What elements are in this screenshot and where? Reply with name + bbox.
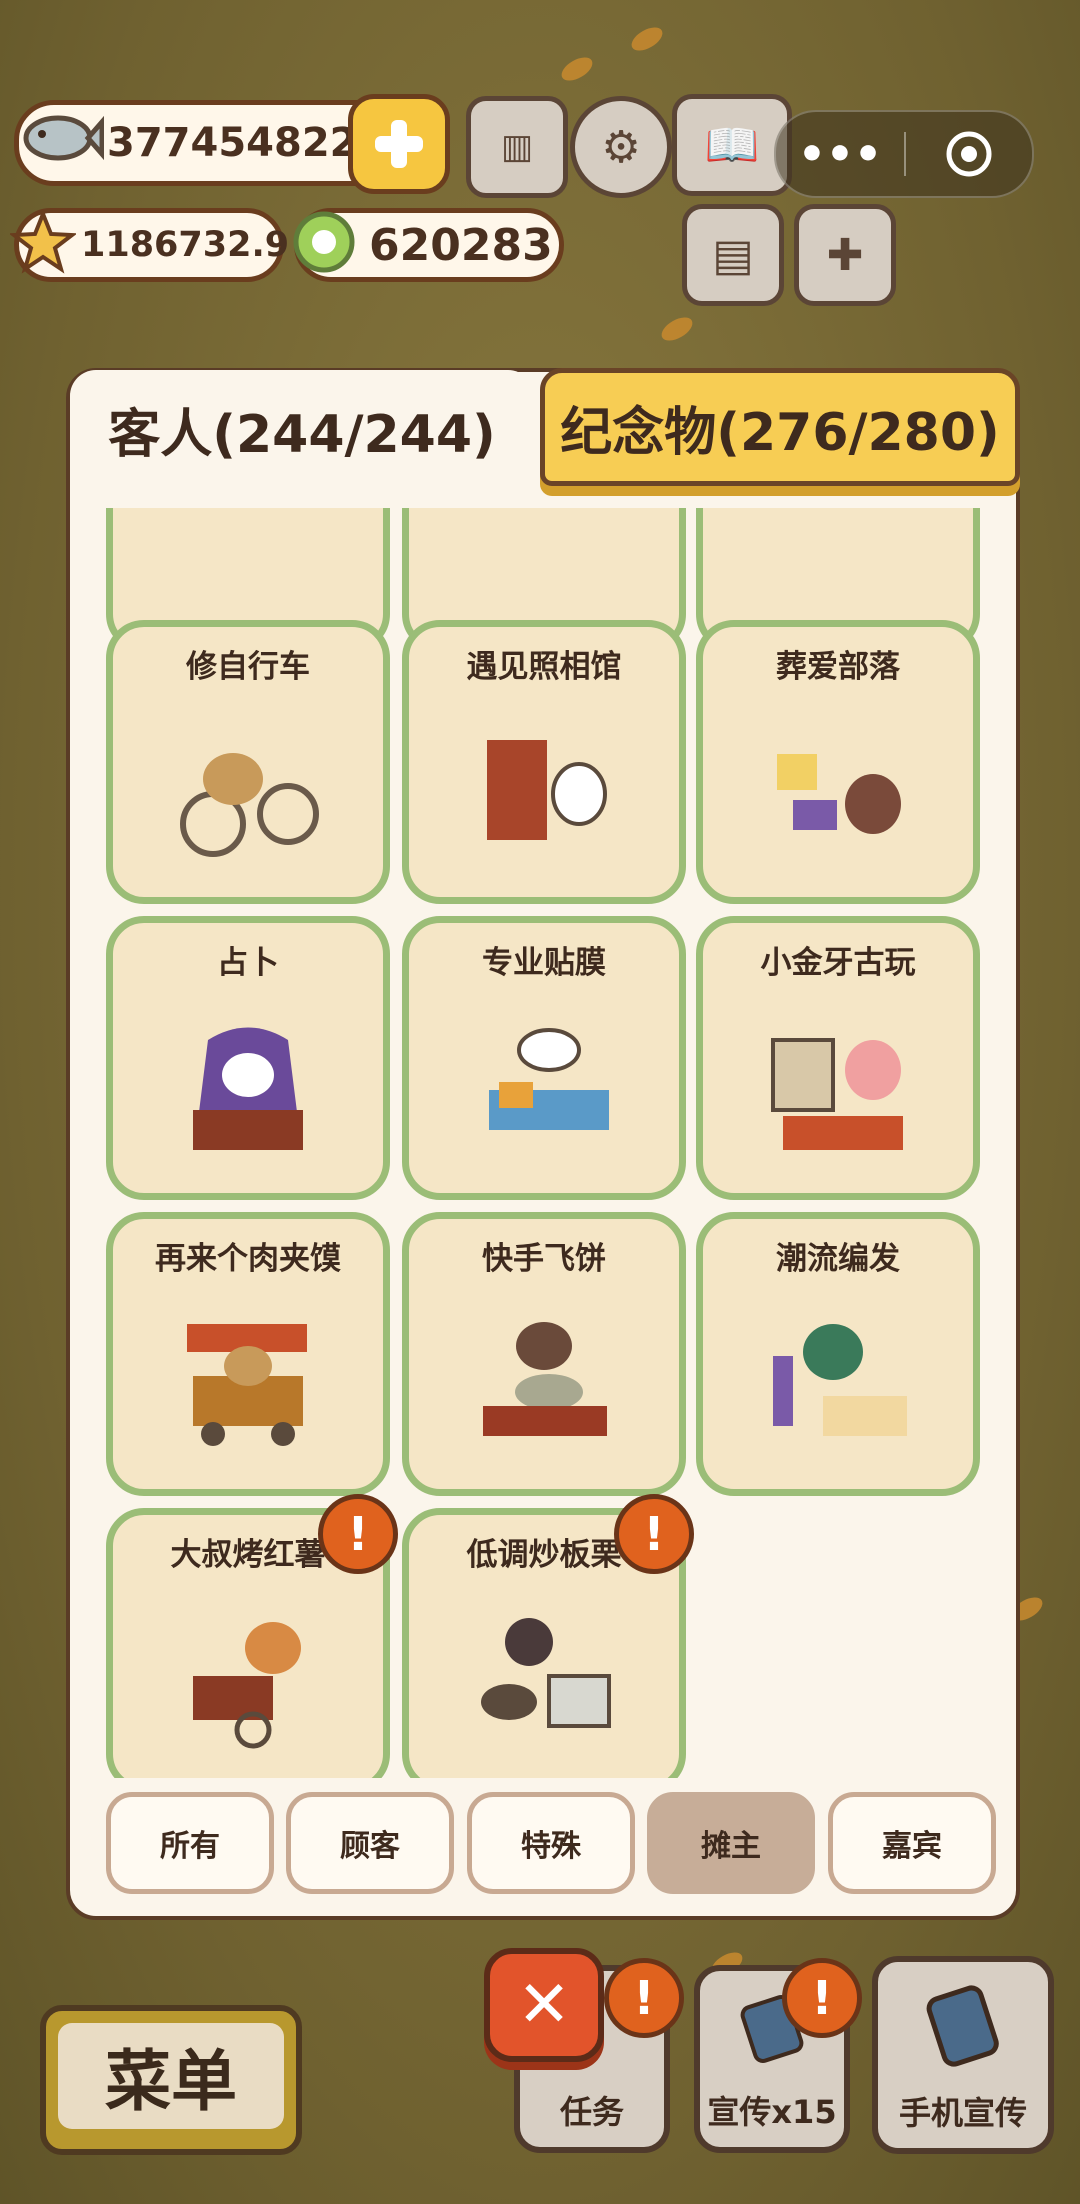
miniprogram-capsule: ••• (774, 110, 1034, 198)
menu-label: 菜单 (105, 2043, 237, 2120)
star-amount: 1186732.9 (81, 225, 290, 265)
filter-label: 摊主 (701, 1829, 761, 1864)
guest-card[interactable]: 葬爱部落 (696, 620, 980, 904)
filter-label: 顾客 (340, 1829, 400, 1864)
fish-amount: 3774548224 (107, 120, 386, 166)
photo-studio-icon (487, 740, 607, 841)
filter-guests[interactable]: 嘉宾 (828, 1792, 996, 1894)
gear-icon: ⚙ (601, 121, 641, 173)
phone-film-icon (489, 1028, 609, 1131)
guest-card[interactable]: 快手飞饼 (402, 1212, 686, 1496)
filter-stall-owners[interactable]: 摊主 (647, 1792, 815, 1894)
card-title: 占卜 (217, 945, 279, 981)
gamepad-icon: ✚ (826, 229, 864, 281)
tab-guests-label: 客人(244/244) (108, 404, 496, 465)
fortune-teller-icon (193, 1027, 303, 1151)
phone-icon (926, 1985, 999, 2067)
card-title: 遇见照相馆 (466, 649, 622, 685)
card-grid: 修自行车 遇见照相馆 葬爱部落 占卜 专业贴膜 小金牙古玩 再来个肉夹馍 快手飞… (70, 508, 1008, 1778)
alert-badge: ! (604, 1958, 684, 2038)
newspaper-button[interactable]: ▤ (682, 204, 784, 306)
clothes-rack-icon (777, 754, 901, 835)
card-title: 小金牙古玩 (760, 945, 916, 981)
more-options-icon[interactable]: ••• (776, 129, 904, 180)
tasks-label: 任务 (559, 2093, 624, 2131)
target-icon (946, 131, 992, 177)
card-title: 修自行车 (186, 649, 310, 685)
card-title: 葬爱部落 (776, 649, 900, 685)
alert-badge: ! (782, 1958, 862, 2038)
phone-promo-button[interactable]: 手机宣传 (872, 1956, 1054, 2154)
guest-card[interactable]: 占卜 (106, 916, 390, 1200)
card-title: 专业贴膜 (482, 945, 606, 981)
tab-souvenirs[interactable]: 纪念物(276/280) (540, 368, 1020, 486)
filter-all[interactable]: 所有 (106, 1792, 274, 1894)
close-icon: ✕ (517, 1968, 571, 2042)
filter-customers[interactable]: 顾客 (286, 1792, 454, 1894)
newspaper-icon: ▤ (712, 229, 754, 281)
card-title: 快手飞饼 (482, 1241, 606, 1277)
guest-card[interactable]: 修自行车 (106, 620, 390, 904)
dog-bicycle-icon (180, 753, 319, 858)
guest-card[interactable]: 潮流编发 (696, 1212, 980, 1496)
paw-book-icon: 📖 (704, 120, 760, 171)
alert-badge: ! (614, 1494, 694, 1574)
guest-card[interactable]: 专业贴膜 (402, 916, 686, 1200)
sweet-potato-cart-icon (193, 1622, 301, 1749)
gamepad-button[interactable]: ✚ (794, 204, 896, 306)
tab-guests[interactable]: 客人(244/244) (70, 370, 534, 488)
fish-icon (14, 106, 105, 170)
guest-card[interactable]: 小金牙古玩 (696, 916, 980, 1200)
antique-pig-icon (771, 1038, 903, 1151)
promo-label: 宣传x15 (707, 2093, 837, 2131)
chestnut-stall-icon (481, 1618, 611, 1729)
guest-card[interactable]: 遇见照相馆 (402, 620, 686, 904)
braiding-stall-icon (773, 1324, 907, 1437)
coin-amount: 620283 (369, 219, 553, 271)
alert-badge: ! (318, 1494, 398, 1574)
phone-promo-label: 手机宣传 (898, 2094, 1027, 2132)
close-button[interactable]: ✕ (484, 1948, 604, 2062)
ranking-button[interactable]: ▥ (466, 96, 568, 198)
filter-label: 所有 (160, 1829, 220, 1864)
podium-icon: ▥ (500, 127, 534, 167)
filter-label: 嘉宾 (882, 1829, 942, 1864)
coin-icon (288, 208, 360, 276)
settings-button[interactable]: ⚙ (570, 96, 672, 198)
star-icon (8, 208, 78, 274)
card-title: 潮流编发 (776, 1241, 900, 1277)
food-cart-icon (187, 1324, 307, 1447)
plus-icon (375, 120, 423, 168)
guest-card[interactable]: 再来个肉夹馍 (106, 1212, 390, 1496)
pancake-stall-icon (483, 1322, 607, 1437)
menu-button[interactable]: 菜单 (40, 2005, 302, 2155)
filter-special[interactable]: 特殊 (467, 1792, 635, 1894)
close-miniprogram-button[interactable] (906, 129, 1032, 179)
card-title: 再来个肉夹馍 (155, 1241, 341, 1277)
filter-label: 特殊 (521, 1829, 581, 1864)
add-fish-button[interactable] (348, 94, 450, 194)
tab-souvenirs-label: 纪念物(276/280) (560, 402, 1000, 463)
